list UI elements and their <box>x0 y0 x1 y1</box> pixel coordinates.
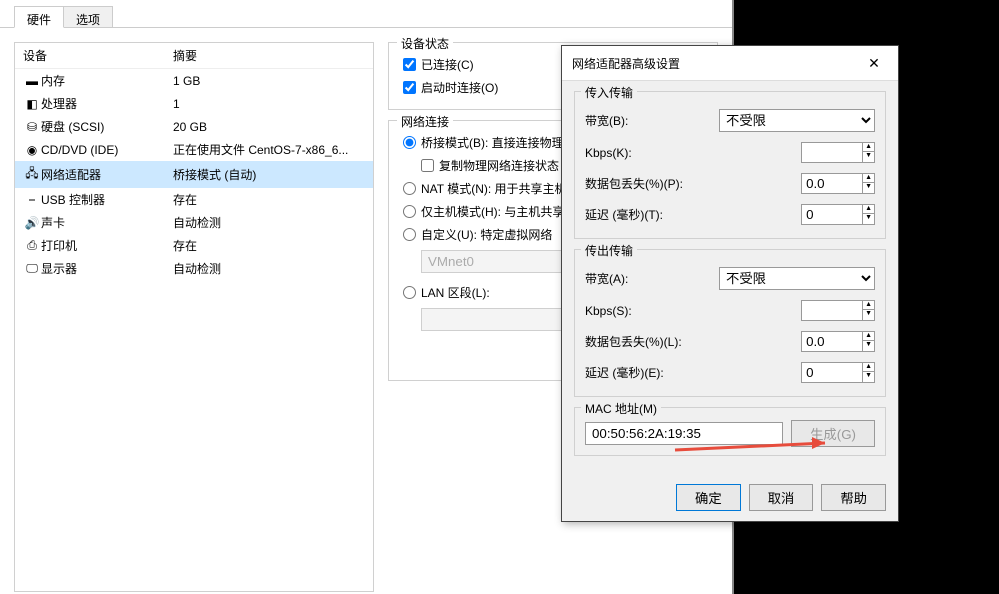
device-name: CD/DVD (IDE) <box>41 143 173 157</box>
checkbox-connected-input[interactable] <box>403 58 416 71</box>
device-name: 硬盘 (SCSI) <box>41 118 173 135</box>
spin-up-icon[interactable]: ▲ <box>863 332 874 341</box>
disk-icon: ⛁ <box>23 120 41 134</box>
monitor-icon: 🖵 <box>23 261 41 276</box>
device-name: USB 控制器 <box>41 191 173 208</box>
spin-down-icon[interactable]: ▼ <box>863 372 874 380</box>
tab-options[interactable]: 选项 <box>63 6 113 27</box>
label-out-kbps: Kbps(S): <box>585 304 705 318</box>
label-in-latency: 延迟 (毫秒)(T): <box>585 206 705 223</box>
spin-down-icon[interactable]: ▼ <box>863 341 874 349</box>
device-summary: 1 <box>173 97 365 111</box>
input-out-latency[interactable] <box>802 363 862 382</box>
radio-custom-input[interactable] <box>403 228 416 241</box>
help-button[interactable]: 帮助 <box>821 484 886 511</box>
ok-button[interactable]: 确定 <box>676 484 741 511</box>
radio-nat-input[interactable] <box>403 182 416 195</box>
printer-icon: ⎙ <box>23 238 41 253</box>
spin-down-icon[interactable]: ▼ <box>863 183 874 191</box>
radio-lan-segment-input[interactable] <box>403 286 416 299</box>
incoming-title: 传入传输 <box>581 84 637 101</box>
label-out-latency: 延迟 (毫秒)(E): <box>585 364 705 381</box>
col-summary: 摘要 <box>173 47 197 64</box>
advanced-settings-dialog: 网络适配器高级设置 ✕ 传入传输 带宽(B): 不受限 Kbps(K): ▲▼ <box>561 45 899 522</box>
network-connection-title: 网络连接 <box>397 113 453 130</box>
spin-down-icon[interactable]: ▼ <box>863 310 874 318</box>
device-name: 打印机 <box>41 237 173 254</box>
device-status-title: 设备状态 <box>397 35 453 52</box>
device-name: 声卡 <box>41 214 173 231</box>
input-mac-address[interactable] <box>585 422 783 445</box>
device-name: 网络适配器 <box>41 166 173 183</box>
device-row[interactable]: 🔊声卡自动检测 <box>15 211 373 234</box>
spin-down-icon[interactable]: ▼ <box>863 214 874 222</box>
radio-host-only-input[interactable] <box>403 205 416 218</box>
outgoing-title: 传出传输 <box>581 242 637 259</box>
device-row[interactable]: ⎙打印机存在 <box>15 234 373 257</box>
device-summary: 20 GB <box>173 120 365 134</box>
network-icon: 🖧 <box>23 164 41 185</box>
usb-icon: ⎯ <box>23 192 41 207</box>
label-out-bandwidth: 带宽(A): <box>585 270 705 287</box>
sound-icon: 🔊 <box>23 216 41 230</box>
input-out-kbps[interactable] <box>802 301 862 320</box>
input-in-loss[interactable] <box>802 174 862 193</box>
select-in-bandwidth[interactable]: 不受限 <box>719 109 875 132</box>
device-name: 处理器 <box>41 95 173 112</box>
dvd-icon: ◉ <box>23 143 41 157</box>
spin-up-icon[interactable]: ▲ <box>863 205 874 214</box>
device-name: 内存 <box>41 72 173 89</box>
label-in-loss: 数据包丢失(%)(P): <box>585 175 705 192</box>
checkbox-connect-on-start-input[interactable] <box>403 81 416 94</box>
device-row[interactable]: ◉CD/DVD (IDE)正在使用文件 CentOS-7-x86_6... <box>15 138 373 161</box>
input-in-kbps[interactable] <box>802 143 862 162</box>
label-out-loss: 数据包丢失(%)(L): <box>585 333 705 350</box>
input-out-loss[interactable] <box>802 332 862 351</box>
device-row[interactable]: 🖵显示器自动检测 <box>15 257 373 280</box>
spin-up-icon[interactable]: ▲ <box>863 363 874 372</box>
label-in-bandwidth: 带宽(B): <box>585 112 705 129</box>
spin-up-icon[interactable]: ▲ <box>863 143 874 152</box>
spin-up-icon[interactable]: ▲ <box>863 174 874 183</box>
cancel-button[interactable]: 取消 <box>749 484 814 511</box>
tab-hardware[interactable]: 硬件 <box>14 6 64 28</box>
mac-title: MAC 地址(M) <box>581 400 661 417</box>
spin-down-icon[interactable]: ▼ <box>863 152 874 160</box>
device-list-panel: 设备 摘要 ▬内存1 GB◧处理器1⛁硬盘 (SCSI)20 GB◉CD/DVD… <box>14 42 374 592</box>
col-device: 设备 <box>23 47 173 64</box>
label-in-kbps: Kbps(K): <box>585 146 705 160</box>
device-summary: 桥接模式 (自动) <box>173 166 365 183</box>
device-summary: 正在使用文件 CentOS-7-x86_6... <box>173 141 365 158</box>
device-summary: 自动检测 <box>173 214 365 231</box>
spin-up-icon[interactable]: ▲ <box>863 301 874 310</box>
select-out-bandwidth[interactable]: 不受限 <box>719 267 875 290</box>
cpu-icon: ◧ <box>23 97 41 111</box>
device-row[interactable]: ◧处理器1 <box>15 92 373 115</box>
device-row[interactable]: ⛁硬盘 (SCSI)20 GB <box>15 115 373 138</box>
device-summary: 自动检测 <box>173 260 365 277</box>
dialog-title: 网络适配器高级设置 <box>572 55 680 72</box>
checkbox-replicate-input[interactable] <box>421 159 434 172</box>
close-icon[interactable]: ✕ <box>860 53 888 73</box>
device-row[interactable]: ▬内存1 GB <box>15 69 373 92</box>
generate-button[interactable]: 生成(G) <box>791 420 875 447</box>
device-summary: 存在 <box>173 237 365 254</box>
device-row[interactable]: ⎯USB 控制器存在 <box>15 188 373 211</box>
device-name: 显示器 <box>41 260 173 277</box>
input-in-latency[interactable] <box>802 205 862 224</box>
device-summary: 1 GB <box>173 74 365 88</box>
memory-icon: ▬ <box>23 74 41 88</box>
device-row[interactable]: 🖧网络适配器桥接模式 (自动) <box>15 161 373 188</box>
radio-bridged-input[interactable] <box>403 136 416 149</box>
device-summary: 存在 <box>173 191 365 208</box>
